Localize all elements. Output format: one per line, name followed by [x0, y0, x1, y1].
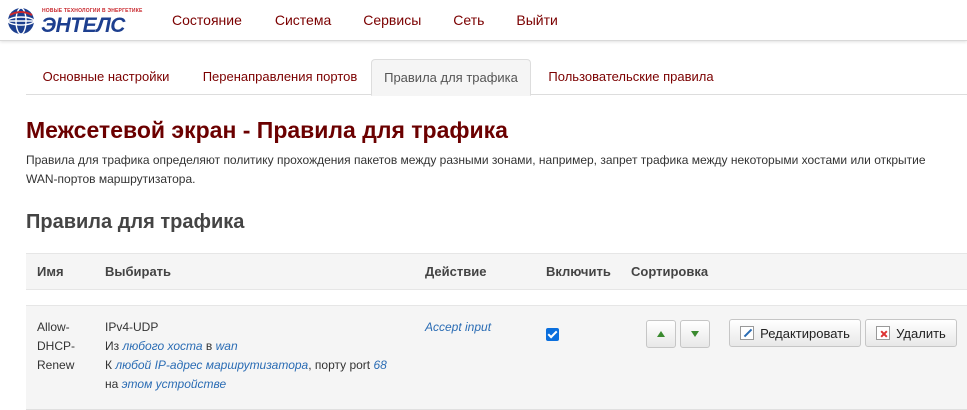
- tab-custom-rules[interactable]: Пользовательские правила: [536, 59, 726, 95]
- dest-port-link[interactable]: 68: [373, 358, 386, 372]
- col-action: Действие: [425, 264, 487, 279]
- col-name: Имя: [37, 264, 64, 279]
- delete-button[interactable]: Удалить: [865, 319, 957, 347]
- rule-destination: К любой IP-адрес маршрутизатора, порту p…: [105, 358, 387, 372]
- source-zone-link[interactable]: wan: [216, 339, 238, 353]
- delete-icon: [876, 326, 891, 340]
- rule-name: Allow- DHCP- Renew: [37, 320, 75, 372]
- firewall-tabs: Основные настройки Перенаправления порто…: [26, 59, 967, 96]
- rule-device: на этом устройстве: [105, 377, 227, 391]
- tab-port-forwards[interactable]: Перенаправления портов: [190, 59, 370, 95]
- col-enable: Включить: [546, 264, 611, 279]
- menu-status[interactable]: Состояние: [172, 12, 242, 28]
- dest-host-link[interactable]: любой IP-адрес маршрутизатора: [115, 358, 308, 372]
- device-link[interactable]: этом устройстве: [122, 377, 227, 391]
- table-spacer-row: [26, 291, 967, 306]
- brand-logo[interactable]: НОВЫЕ ТЕХНОЛОГИИ В ЭНЕРГЕТИКЕ ЭНТЕЛС: [6, 6, 146, 37]
- menu-services[interactable]: Сервисы: [363, 12, 421, 28]
- page-title: Межсетевой экран - Правила для трафика: [26, 117, 508, 143]
- col-sort: Сортировка: [631, 264, 709, 279]
- menu-network[interactable]: Сеть: [453, 12, 484, 28]
- brand-name: ЭНТЕЛС: [41, 14, 125, 37]
- source-host-link[interactable]: любого хоста: [122, 339, 202, 353]
- col-match: Выбирать: [105, 264, 172, 279]
- rule-action: Accept input: [425, 318, 491, 337]
- globe-logo-icon: [7, 7, 35, 35]
- menu-logout[interactable]: Выйти: [516, 12, 557, 28]
- menu-system[interactable]: Система: [275, 12, 331, 28]
- enable-checkbox[interactable]: [546, 328, 559, 341]
- page-description: Правила для трафика определяют политику …: [26, 153, 926, 186]
- tab-general-settings[interactable]: Основные настройки: [26, 59, 186, 95]
- move-down-button[interactable]: [680, 320, 710, 348]
- edit-button[interactable]: Редактировать: [729, 319, 861, 347]
- action-link[interactable]: Accept input: [425, 320, 491, 334]
- rules-table-header: Имя Выбирать Действие Включить Сортировк…: [26, 253, 967, 290]
- tab-traffic-rules[interactable]: Правила для трафика: [371, 59, 531, 96]
- table-row: Allow- DHCP- Renew IPv4-UDP Из любого хо…: [26, 306, 967, 410]
- arrow-down-icon: [691, 331, 699, 337]
- rule-match: IPv4-UDP Из любого хоста в wan К любой I…: [105, 318, 405, 394]
- move-up-button[interactable]: [646, 320, 676, 348]
- main-menu: Состояние Система Сервисы Сеть Выйти: [172, 12, 590, 28]
- edit-icon: [740, 326, 755, 340]
- rule-source: Из любого хоста в wan: [105, 339, 238, 353]
- top-navbar: НОВЫЕ ТЕХНОЛОГИИ В ЭНЕРГЕТИКЕ ЭНТЕЛС Сос…: [0, 0, 967, 41]
- section-title: Правила для трафика: [26, 211, 245, 233]
- arrow-up-icon: [657, 331, 665, 337]
- rule-proto: IPv4-UDP: [105, 320, 159, 334]
